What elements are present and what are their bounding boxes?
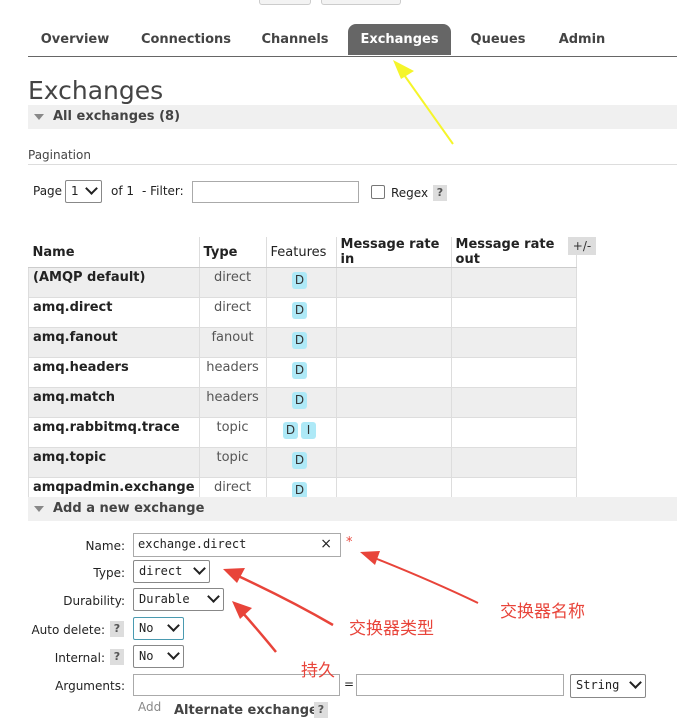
annotation-type-note: 交换器类型 [349,619,434,639]
red-arrow-durability [232,601,277,653]
red-arrow-name [360,551,479,604]
annotation-durability-note: 持久 [301,661,335,681]
annotation-name-note: 交换器名称 [500,602,585,622]
yellow-arrow [393,60,454,145]
